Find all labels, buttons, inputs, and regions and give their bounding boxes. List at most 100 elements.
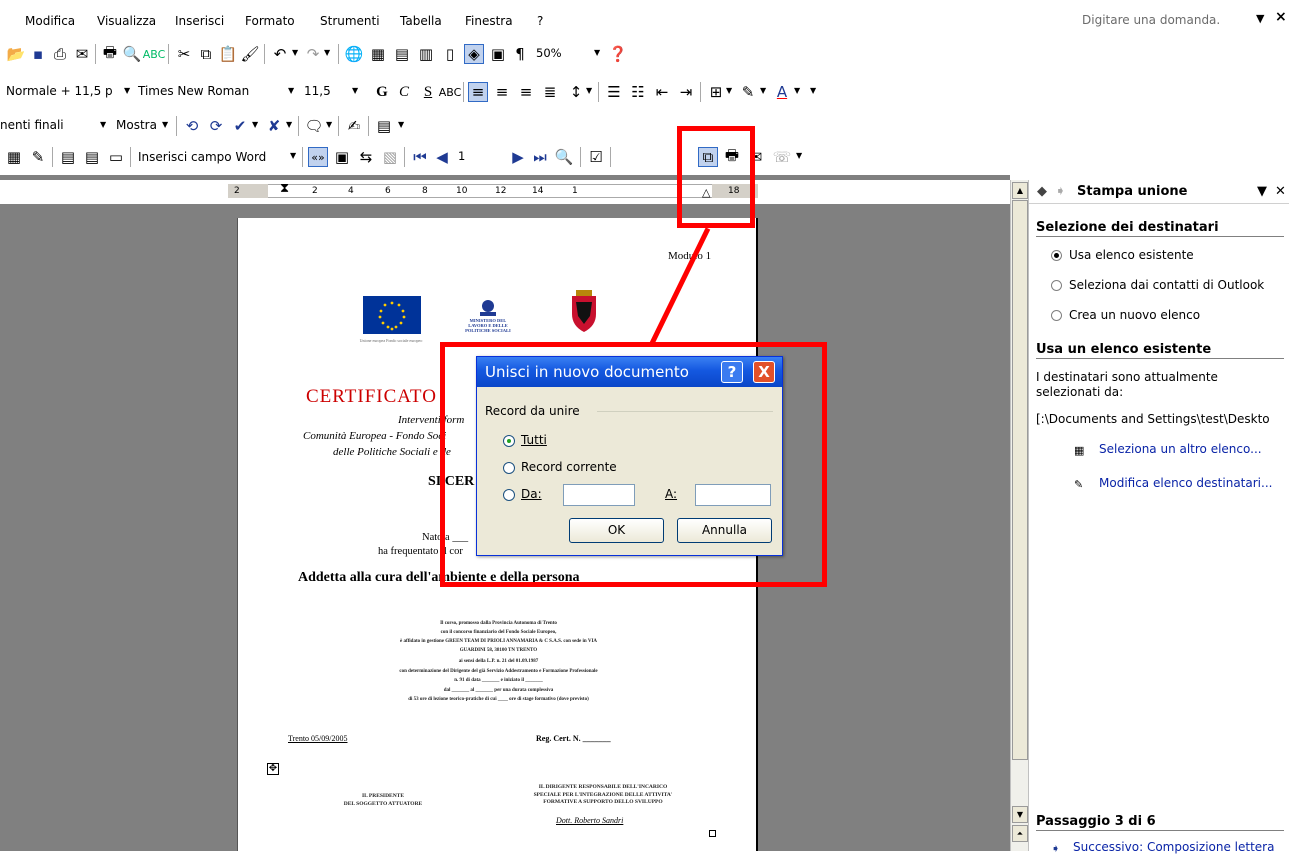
menu-formato[interactable]: Formato [245, 14, 295, 28]
toolbar-options-icon[interactable]: ▼ [796, 151, 802, 160]
previous-change-icon[interactable]: ⟲ [182, 116, 202, 136]
align-center-icon[interactable]: ≡ [492, 82, 512, 102]
reject-dropdown-icon[interactable]: ▼ [286, 120, 292, 129]
redo-dropdown-icon[interactable]: ▼ [324, 48, 330, 57]
accept-change-icon[interactable]: ✔ [230, 116, 250, 136]
spelling-icon[interactable]: ABC [143, 44, 166, 64]
scroll-up-icon[interactable]: ▲ [1012, 182, 1028, 199]
paste-icon[interactable]: 📋 [218, 44, 238, 64]
line-spacing-dropdown-icon[interactable]: ▼ [586, 86, 592, 95]
mail-merge-recipients-icon[interactable]: ▤ [58, 147, 78, 167]
format-painter-icon[interactable]: 🖌 [240, 44, 260, 64]
menu-finestra[interactable]: Finestra [465, 14, 513, 28]
option-use-existing-label[interactable]: Usa elenco esistente [1069, 248, 1194, 262]
show-hide-icon[interactable]: ¶ [510, 44, 530, 64]
highlight-dropdown-icon[interactable]: ▼ [760, 86, 766, 95]
menu-modifica[interactable]: Modifica [25, 14, 75, 28]
menu-visualizza[interactable]: Visualizza [97, 14, 156, 28]
next-step-link[interactable]: Successivo: Composizione lettera [1073, 840, 1274, 854]
show-menu-button[interactable]: Mostra [116, 118, 157, 132]
check-errors-icon[interactable]: ☑ [586, 147, 606, 167]
track-changes-icon[interactable]: ✍ [344, 116, 364, 136]
redo-icon[interactable]: ↷ [303, 44, 323, 64]
toolbar-options-icon[interactable]: ▼ [810, 86, 816, 95]
underline-button[interactable]: S [418, 82, 438, 102]
toolbar-options-icon[interactable]: ▼ [398, 120, 404, 129]
zoom-dropdown-icon[interactable]: ▼ [594, 48, 600, 57]
display-dropdown-icon[interactable]: ▼ [100, 120, 106, 129]
option-outlook-radio[interactable] [1051, 280, 1062, 291]
option-outlook-label[interactable]: Seleziona dai contatti di Outlook [1069, 278, 1264, 292]
print-icon[interactable]: 🖶 [100, 43, 120, 64]
menu-strumenti[interactable]: Strumenti [320, 14, 380, 28]
columns-icon[interactable]: ▯ [440, 44, 460, 64]
table-move-handle-icon[interactable]: ✥ [267, 763, 279, 775]
bold-button[interactable]: G [372, 82, 392, 102]
next-step-arrow-icon[interactable]: ➧ [1051, 842, 1065, 855]
comment-dropdown-icon[interactable]: ▼ [326, 120, 332, 129]
display-for-review-combo[interactable]: nenti finali [0, 118, 64, 132]
line-spacing-icon[interactable]: ↕ [566, 82, 586, 102]
bullets-icon[interactable]: ☷ [628, 82, 648, 102]
ask-dropdown-icon[interactable]: ▼ [1256, 12, 1264, 25]
main-document-setup-icon[interactable]: ▦ [4, 147, 24, 167]
first-record-icon[interactable]: ⏮ [410, 147, 430, 167]
next-record-icon[interactable]: ▶ [508, 147, 528, 167]
scroll-thumb[interactable] [1012, 200, 1028, 760]
undo-dropdown-icon[interactable]: ▼ [292, 48, 298, 57]
propagate-labels-icon[interactable]: ▧ [380, 147, 400, 167]
match-fields-icon[interactable]: ⇆ [356, 147, 376, 167]
size-dropdown-icon[interactable]: ▼ [352, 86, 358, 95]
open-folder-icon[interactable]: 📂 [6, 44, 26, 64]
word-field-dropdown-icon[interactable]: ▼ [290, 151, 296, 160]
reviewing-pane-icon[interactable]: ▤ [374, 116, 394, 136]
style-combo[interactable]: Normale + 11,5 p [6, 84, 113, 98]
ask-question-box[interactable]: Digitare una domanda. [1076, 10, 1256, 32]
save-icon[interactable]: ▪ [28, 44, 48, 64]
menu-inserisci[interactable]: Inserisci [175, 14, 224, 28]
vertical-scrollbar[interactable]: ▲ ▼ ⏶ [1010, 180, 1028, 851]
reject-change-icon[interactable]: ✘ [264, 116, 284, 136]
highlight-fields-icon[interactable]: ▣ [332, 147, 352, 167]
undo-icon[interactable]: ↶ [270, 44, 290, 64]
view-merged-data-icon[interactable]: «» [308, 147, 328, 167]
last-record-icon[interactable]: ⏭ [530, 147, 550, 167]
zoom-combo[interactable]: 50% [532, 44, 592, 64]
previous-page-icon[interactable]: ⏶ [1012, 825, 1028, 842]
insert-word-field-button[interactable]: Inserisci campo Word [138, 150, 266, 164]
menu-tabella[interactable]: Tabella [400, 14, 442, 28]
size-combo[interactable]: 11,5 [304, 84, 331, 98]
help-icon[interactable]: ❓ [608, 44, 628, 64]
insert-address-block-icon[interactable]: ▤ [82, 147, 102, 167]
border-icon[interactable]: ⊞ [706, 82, 726, 102]
accept-dropdown-icon[interactable]: ▼ [252, 120, 258, 129]
merge-to-fax-icon[interactable]: ☏ [772, 147, 792, 167]
email-icon[interactable]: ✉ [72, 44, 92, 64]
horizontal-ruler[interactable]: 2 ⧗ 2 4 6 8 10 12 14 1 △ 18 [0, 180, 1010, 204]
show-dropdown-icon[interactable]: ▼ [162, 120, 168, 129]
task-pane-close-icon[interactable]: ✕ [1275, 184, 1286, 199]
decrease-indent-icon[interactable]: ⇤ [652, 82, 672, 102]
tables-borders-icon[interactable]: ▦ [368, 44, 388, 64]
numbering-icon[interactable]: ☰ [604, 82, 624, 102]
find-entry-icon[interactable]: 🔍 [554, 147, 574, 167]
print-preview-icon[interactable]: 🔍 [122, 44, 142, 64]
font-color-icon[interactable]: A [772, 82, 792, 102]
record-number-field[interactable]: 1 [454, 147, 494, 167]
border-dropdown-icon[interactable]: ▼ [726, 86, 732, 95]
insert-greeting-icon[interactable]: ▭ [106, 147, 126, 167]
open-data-source-icon[interactable]: ✎ [28, 147, 48, 167]
highlight-icon[interactable]: ✎ [738, 82, 758, 102]
character-scale-icon[interactable]: ABC [439, 82, 462, 102]
italic-button[interactable]: C [394, 82, 414, 102]
justify-icon[interactable]: ≣ [540, 82, 560, 102]
permission-icon[interactable]: ⎙ [50, 44, 70, 64]
cut-icon[interactable]: ✂ [174, 44, 194, 64]
forward-arrow-icon[interactable]: ➧ [1055, 184, 1066, 199]
insert-comment-icon[interactable]: 🗨 [304, 116, 324, 136]
select-another-list-link[interactable]: Seleziona un altro elenco... [1099, 442, 1262, 456]
style-dropdown-icon[interactable]: ▼ [124, 86, 130, 95]
document-map-icon[interactable]: ▣ [488, 44, 508, 64]
close-document-icon[interactable]: × [1275, 9, 1287, 25]
align-right-icon[interactable]: ≡ [516, 82, 536, 102]
